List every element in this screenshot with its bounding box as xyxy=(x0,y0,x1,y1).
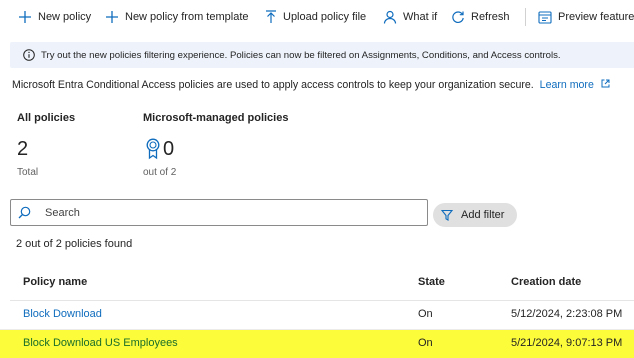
add-filter-button[interactable]: Add filter xyxy=(433,203,517,227)
description-text: Microsoft Entra Conditional Access polic… xyxy=(12,79,534,91)
upload-policy-file-button[interactable]: Upload policy file xyxy=(265,8,366,26)
person-icon xyxy=(383,10,397,24)
managed-policies-subtext: out of 2 xyxy=(143,167,177,178)
external-link-icon xyxy=(601,79,610,88)
policy-state: On xyxy=(418,337,433,349)
all-policies-heading: All policies xyxy=(17,112,76,124)
managed-policies-heading: Microsoft-managed policies xyxy=(143,112,289,124)
policy-creation-date: 5/21/2024, 9:07:13 PM xyxy=(511,337,623,349)
new-policy-from-template-label: New policy from template xyxy=(125,11,249,23)
learn-more-link[interactable]: Learn more xyxy=(540,79,610,91)
info-banner[interactable]: Try out the new policies filtering exper… xyxy=(10,42,634,68)
add-filter-label: Add filter xyxy=(461,209,505,221)
info-banner-text: Try out the new policies filtering exper… xyxy=(41,49,561,61)
policy-state: On xyxy=(418,308,433,320)
policy-creation-date: 5/12/2024, 2:23:08 PM xyxy=(511,308,623,320)
new-policy-label: New policy xyxy=(38,11,92,23)
upload-policy-file-label: Upload policy file xyxy=(283,11,367,23)
column-header-creation-date[interactable]: Creation date xyxy=(511,276,581,288)
new-policy-button[interactable]: New policy xyxy=(18,8,91,26)
ribbon-badge-icon xyxy=(146,138,160,163)
preview-features-button[interactable]: Preview feature xyxy=(538,8,634,26)
refresh-icon xyxy=(452,11,464,23)
page-description: Microsoft Entra Conditional Access polic… xyxy=(12,79,610,91)
column-header-policy-name[interactable]: Policy name xyxy=(23,276,87,288)
search-input[interactable] xyxy=(43,205,407,220)
info-icon xyxy=(23,49,35,61)
toolbar-divider xyxy=(525,8,526,26)
refresh-button[interactable]: Refresh xyxy=(451,8,510,26)
refresh-label: Refresh xyxy=(471,11,510,23)
all-policies-count: 2 xyxy=(17,138,29,160)
command-bar: New policy New policy from template Uplo… xyxy=(0,0,634,34)
what-if-label: What if xyxy=(403,11,438,23)
column-header-state[interactable]: State xyxy=(418,276,445,288)
filter-icon xyxy=(441,209,453,221)
managed-policies-count: 0 xyxy=(163,138,175,160)
table-row[interactable]: Block Download On 5/12/2024, 2:23:08 PM xyxy=(0,301,634,330)
preview-features-label: Preview feature xyxy=(558,11,634,23)
preview-icon xyxy=(538,10,552,24)
new-policy-from-template-button[interactable]: New policy from template xyxy=(105,8,249,26)
table-row[interactable]: Block Download US Employees On 5/21/2024… xyxy=(0,330,634,358)
policy-name-link[interactable]: Block Download xyxy=(23,308,102,320)
search-icon xyxy=(18,206,31,219)
plus-icon xyxy=(106,11,118,23)
search-box[interactable] xyxy=(10,199,428,226)
policy-name-link[interactable]: Block Download US Employees xyxy=(23,337,178,349)
upload-icon xyxy=(266,10,276,23)
all-policies-subtext: Total xyxy=(17,167,39,178)
results-count: 2 out of 2 policies found xyxy=(16,238,133,250)
what-if-button[interactable]: What if xyxy=(383,8,437,26)
plus-icon xyxy=(19,11,31,23)
